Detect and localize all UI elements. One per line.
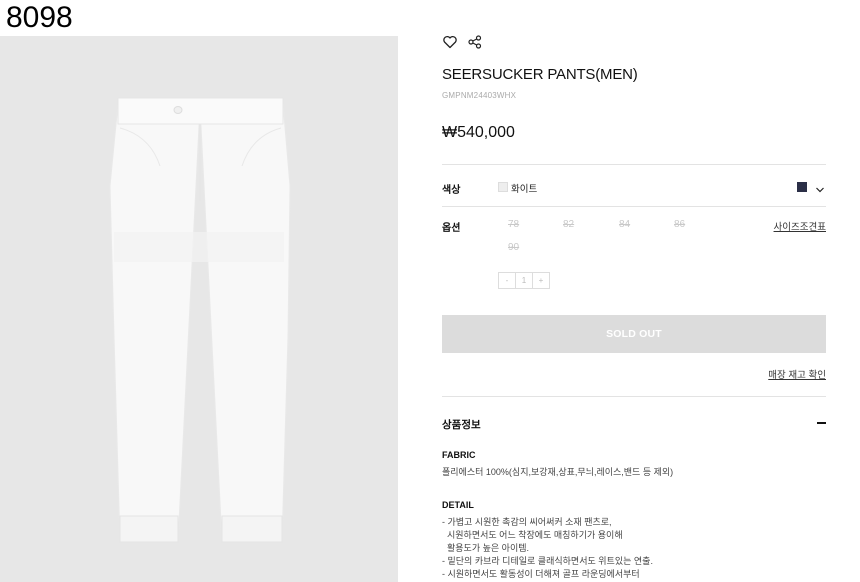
- color-swatch-white[interactable]: [498, 182, 508, 192]
- quantity-decrease-button[interactable]: -: [499, 273, 515, 288]
- quantity-stepper: - 1 +: [498, 272, 550, 289]
- option-label: 옵션: [442, 223, 461, 234]
- heart-icon[interactable]: [442, 34, 458, 50]
- quantity-value[interactable]: 1: [515, 273, 533, 288]
- detail-line: - 밑단의 카브라 디테일로 클래식하면서도 위트있는 연출.: [442, 556, 653, 566]
- detail-line: 활용도가 높은 아이템.: [442, 543, 530, 553]
- sold-out-button[interactable]: SOLD OUT: [442, 315, 826, 353]
- size-option-82[interactable]: 82: [563, 219, 574, 230]
- divider: [442, 164, 826, 165]
- product-image: [0, 36, 398, 582]
- divider: [442, 206, 826, 207]
- color-swatch-navy[interactable]: [797, 182, 807, 192]
- size-option-78[interactable]: 78: [508, 219, 519, 230]
- selected-color-name: 화이트: [511, 184, 538, 195]
- detail-line: 시원하면서도 어느 착장에도 매칭하기가 용이해: [442, 530, 623, 540]
- detail-heading: DETAIL: [442, 500, 474, 510]
- size-option-84[interactable]: 84: [619, 219, 630, 230]
- color-label: 색상: [442, 185, 461, 196]
- product-info-panel: SEERSUCKER PANTS(MEN) GMPNM24403WHX ₩540…: [442, 0, 826, 582]
- quantity-increase-button[interactable]: +: [533, 273, 549, 288]
- detail-line: - 가볍고 시원한 촉감의 씨어써커 소재 팬츠로,: [442, 517, 612, 527]
- chevron-down-icon[interactable]: [815, 182, 825, 193]
- detail-line: - 시원하면서도 활동성이 더해져 골프 라운딩에서부터: [442, 569, 640, 579]
- store-stock-check-link[interactable]: 매장 재고 확인: [768, 367, 826, 381]
- page-code: 8098: [6, 1, 73, 34]
- divider: [442, 396, 826, 397]
- product-title: SEERSUCKER PANTS(MEN): [442, 66, 638, 83]
- size-option-86[interactable]: 86: [674, 219, 685, 230]
- product-price: ₩540,000: [442, 124, 515, 141]
- fabric-text: 폴리에스터 100%(심지,보강재,상표,무늬,레이스,밴드 등 제외): [442, 467, 674, 477]
- minus-icon[interactable]: [817, 422, 826, 424]
- fabric-heading: FABRIC: [442, 450, 476, 460]
- share-icon[interactable]: [467, 34, 483, 50]
- product-sku: GMPNM24403WHX: [442, 91, 517, 100]
- pants-image: [109, 97, 291, 543]
- size-option-90[interactable]: 90: [508, 242, 519, 253]
- product-info-title: 상품정보: [442, 419, 481, 431]
- size-guide-link[interactable]: 사이즈조견표: [774, 219, 826, 233]
